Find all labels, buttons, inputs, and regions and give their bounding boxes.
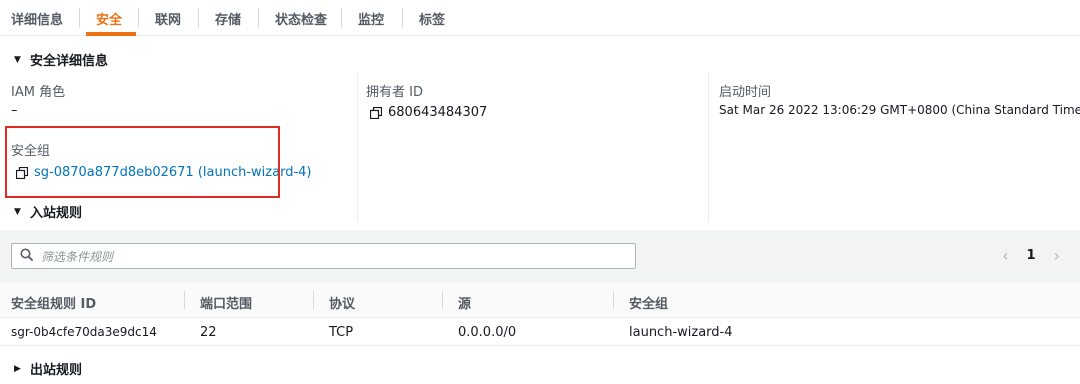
launch-time-label: 启动时间 [719, 85, 772, 100]
tab-divider [198, 8, 199, 28]
tab-monitoring[interactable]: 监控 [358, 9, 384, 28]
outbound-rules-toggle[interactable]: ▶ 出站规则 [14, 359, 82, 378]
highlight-annotation [5, 126, 280, 198]
launch-time-value: Sat Mar 26 2022 13:06:29 GMT+0800 (China… [719, 103, 1080, 117]
tab-divider [402, 8, 403, 28]
pagination: ‹ 1 › [1002, 246, 1060, 265]
column-header-source[interactable]: 源 [458, 293, 471, 312]
cell-security-group: launch-wizard-4 [629, 325, 733, 340]
cell-source: 0.0.0.0/0 [458, 325, 517, 340]
caret-down-icon: ▼ [14, 206, 21, 217]
column-header-port-range[interactable]: 端口范围 [200, 293, 252, 312]
tab-tags[interactable]: 标签 [419, 9, 445, 28]
search-input[interactable]: 筛选条件规则 [11, 243, 636, 269]
tab-divider [79, 8, 80, 28]
tab-bar: 详细信息 安全 联网 存储 状态检查 监控 标签 [0, 0, 1080, 36]
chevron-right-icon[interactable]: › [1054, 246, 1060, 265]
tab-storage[interactable]: 存储 [215, 9, 241, 28]
cell-port-range: 22 [200, 325, 217, 340]
search-icon [20, 248, 33, 265]
tab-security[interactable]: 安全 [96, 9, 122, 28]
iam-role-value: – [11, 103, 18, 118]
column-divider [708, 72, 709, 222]
inbound-rules-toggle[interactable]: ▼ 入站规则 [14, 202, 82, 221]
tab-networking[interactable]: 联网 [155, 9, 181, 28]
column-divider[interactable] [613, 291, 614, 309]
iam-role-label: IAM 角色 [11, 85, 66, 100]
table-row: sgr-0b4cfe70da3e9dc14 22 TCP 0.0.0.0/0 l… [0, 318, 1080, 346]
cell-protocol: TCP [329, 325, 354, 340]
search-placeholder: 筛选条件规则 [41, 249, 114, 264]
owner-id-text: 680643484307 [388, 105, 488, 120]
outbound-rules-title: 出站规则 [30, 363, 83, 378]
column-divider [357, 72, 358, 222]
page-number[interactable]: 1 [1027, 248, 1036, 263]
chevron-left-icon[interactable]: ‹ [1002, 246, 1008, 265]
tab-divider [138, 8, 139, 28]
tab-divider [341, 8, 342, 28]
owner-id-label: 拥有者 ID [366, 85, 423, 100]
security-details-toggle[interactable]: ▼ 安全详细信息 [14, 50, 108, 69]
security-details-title: 安全详细信息 [30, 54, 109, 69]
cell-rule-id: sgr-0b4cfe70da3e9dc14 [11, 325, 157, 339]
active-tab-indicator [86, 32, 136, 36]
caret-down-icon: ▼ [14, 54, 21, 65]
column-header-rule-id[interactable]: 安全组规则 ID [11, 293, 96, 312]
tab-divider [258, 8, 259, 28]
tab-status-checks[interactable]: 状态检查 [275, 9, 327, 28]
column-header-security-group[interactable]: 安全组 [629, 293, 668, 312]
inbound-rules-title: 入站规则 [30, 206, 83, 221]
column-divider[interactable] [184, 291, 185, 309]
column-header-protocol[interactable]: 协议 [329, 293, 355, 312]
copy-icon[interactable] [370, 106, 382, 119]
tab-details[interactable]: 详细信息 [11, 9, 63, 28]
table-header: 安全组规则 ID 端口范围 协议 源 安全组 [0, 282, 1080, 318]
owner-id-value: 680643484307 [370, 105, 487, 120]
column-divider[interactable] [442, 291, 443, 309]
caret-right-icon: ▶ [14, 363, 21, 374]
column-divider[interactable] [313, 291, 314, 309]
